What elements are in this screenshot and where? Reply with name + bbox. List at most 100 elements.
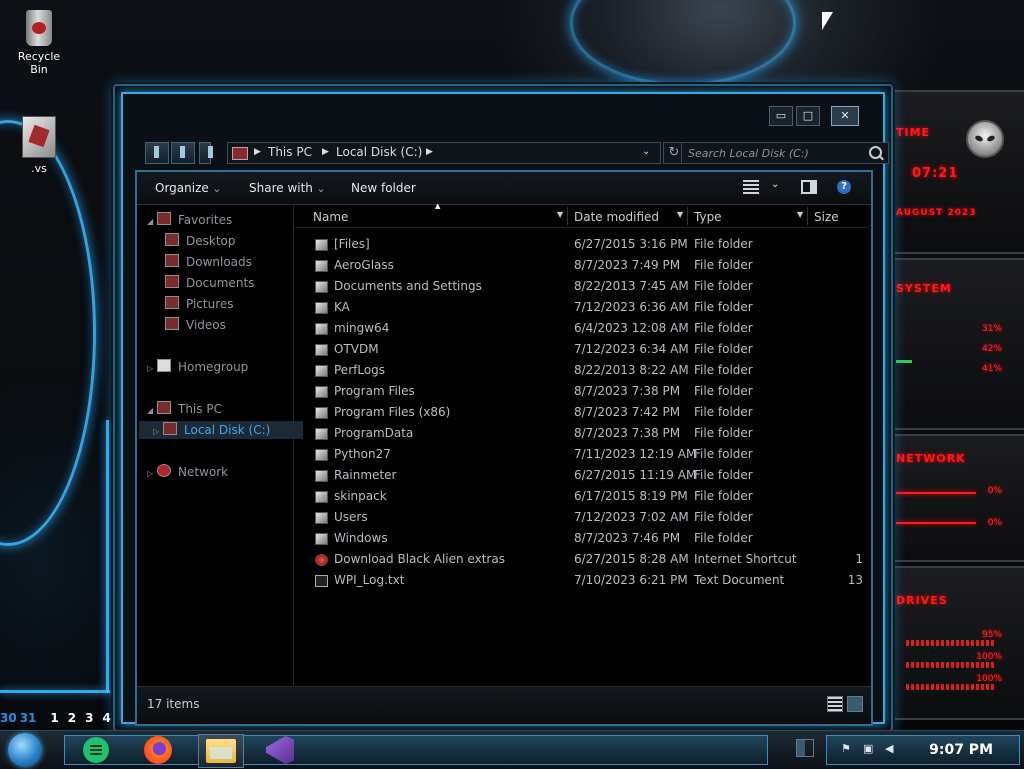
mouse-cursor-icon bbox=[822, 12, 833, 30]
nav-pictures[interactable]: Pictures bbox=[165, 295, 234, 313]
start-button[interactable] bbox=[8, 733, 42, 767]
column-headers: ▲ Name ▼ Date modified ▼ Type ▼ Size bbox=[295, 202, 869, 228]
close-button[interactable]: ✕ bbox=[831, 106, 859, 126]
action-center-flag-icon[interactable]: ⚑ bbox=[841, 743, 853, 755]
explorer-window: ▭ □ ✕ ▶ This PC ▶ Local Disk (C:) ▶ ⌄ ↻ … bbox=[113, 84, 893, 732]
new-folder-button[interactable]: New folder bbox=[351, 181, 416, 195]
drive-icon bbox=[232, 147, 248, 160]
view-options-dropdown-icon[interactable]: ⌄ bbox=[771, 179, 779, 190]
window-titlebar[interactable]: ▭ □ ✕ bbox=[115, 86, 891, 126]
forward-button[interactable] bbox=[171, 142, 195, 164]
nav-local-disk[interactable]: ▷ Local Disk (C:) bbox=[139, 421, 303, 439]
taskbar-sticky-notes[interactable] bbox=[74, 734, 118, 766]
help-icon[interactable]: ? bbox=[837, 180, 851, 194]
nav-videos[interactable]: Videos bbox=[165, 316, 226, 334]
taskbar-firefox[interactable] bbox=[136, 734, 180, 766]
nav-desktop[interactable]: Desktop bbox=[165, 232, 236, 250]
file-row[interactable]: OTVDM 7/12/2023 6:34 AM File folder bbox=[295, 339, 869, 360]
change-view-icon[interactable] bbox=[743, 180, 759, 194]
file-row[interactable]: Program Files (x86) 8/7/2023 7:42 PM File … bbox=[295, 402, 869, 423]
file-row[interactable]: mingw64 6/4/2023 12:08 AM File folder bbox=[295, 318, 869, 339]
file-row[interactable]: skinpack 6/17/2015 8:19 PM File folder bbox=[295, 486, 869, 507]
calendar-day: 30 bbox=[0, 711, 17, 725]
folder-icon bbox=[315, 344, 328, 356]
file-row[interactable]: KA 7/12/2023 6:36 AM File folder bbox=[295, 297, 869, 318]
calendar-day: 31 bbox=[19, 711, 37, 725]
search-box[interactable] bbox=[681, 142, 889, 164]
collapse-arrow-icon[interactable]: ◢ bbox=[147, 213, 157, 231]
volume-icon[interactable]: ◀ bbox=[885, 743, 897, 755]
preview-pane-icon[interactable] bbox=[801, 180, 817, 194]
column-name[interactable]: Name bbox=[313, 210, 348, 224]
show-desktop-icon[interactable] bbox=[796, 739, 814, 757]
ram-value: 41% bbox=[981, 364, 1002, 374]
file-row[interactable]: PerfLogs 8/22/2013 8:22 AM File folder bbox=[295, 360, 869, 381]
cpu-bar bbox=[896, 360, 912, 363]
file-row[interactable]: AeroGlass 8/7/2023 7:49 PM File folder bbox=[295, 255, 869, 276]
nav-documents[interactable]: Documents bbox=[165, 274, 254, 292]
nav-homegroup[interactable]: ▷ Homegroup bbox=[147, 358, 248, 376]
file-row[interactable]: ProgramData 8/7/2023 7:38 PM File folder bbox=[295, 423, 869, 444]
large-icons-view-icon[interactable] bbox=[847, 696, 863, 712]
search-icon[interactable] bbox=[869, 146, 882, 159]
back-button[interactable] bbox=[145, 142, 169, 164]
file-row[interactable]: Windows 8/7/2023 7:46 PM File folder bbox=[295, 528, 869, 549]
file-name: Download Black Alien extras bbox=[334, 552, 505, 566]
column-separator[interactable] bbox=[687, 207, 688, 225]
file-row[interactable]: WPI_Log.txt 7/10/2023 6:21 PM Text Documen… bbox=[295, 570, 869, 591]
file-row[interactable]: Python27 7/11/2023 12:19 AM File folder bbox=[295, 444, 869, 465]
network-status-icon[interactable]: ▣ bbox=[863, 743, 875, 755]
file-row[interactable]: Program Files 8/7/2023 7:38 PM File folder bbox=[295, 381, 869, 402]
collapse-arrow-icon[interactable]: ◢ bbox=[147, 402, 157, 420]
breadcrumb-separator-icon: ▶ bbox=[426, 147, 433, 157]
file-row[interactable]: Users 7/12/2023 7:02 AM File folder bbox=[295, 507, 869, 528]
column-size[interactable]: Size bbox=[814, 210, 839, 224]
file-row[interactable]: [Files] 6/27/2015 3:16 PM File folder bbox=[295, 234, 869, 255]
recycle-bin-icon[interactable]: Recycle Bin bbox=[8, 10, 70, 76]
address-bar[interactable]: ▶ This PC ▶ Local Disk (C:) ▶ ⌄ bbox=[227, 142, 661, 164]
file-type: File folder bbox=[694, 279, 753, 293]
file-row[interactable]: Download Black Alien extras 6/27/2015 8:2… bbox=[295, 549, 869, 570]
file-type: File folder bbox=[694, 300, 753, 314]
nav-network[interactable]: ▷ Network bbox=[147, 463, 228, 481]
column-filter-icon[interactable]: ▼ bbox=[797, 210, 803, 219]
taskbar-visual-studio[interactable] bbox=[258, 734, 302, 766]
search-input[interactable] bbox=[686, 144, 860, 162]
file-row[interactable]: Rainmeter 6/27/2015 11:19 AM File folder bbox=[295, 465, 869, 486]
expand-arrow-icon[interactable]: ▷ bbox=[147, 360, 157, 378]
breadcrumb-local-disk[interactable]: Local Disk (C:) bbox=[336, 145, 422, 159]
minimize-button[interactable]: ▭ bbox=[769, 106, 793, 126]
time-gadget: TIME 07:21 AUGUST 2023 bbox=[886, 90, 1024, 254]
calendar-days: 30 31 1 2 3 4 bbox=[0, 711, 120, 725]
nav-favorites[interactable]: ◢ Favorites bbox=[147, 211, 232, 229]
nav-desktop-label: Desktop bbox=[186, 234, 236, 248]
maximize-button[interactable]: □ bbox=[796, 106, 820, 126]
column-date-modified[interactable]: Date modified bbox=[574, 210, 659, 224]
nav-this-pc[interactable]: ◢ This PC bbox=[147, 400, 222, 418]
taskbar-clock[interactable]: 9:07 PM bbox=[929, 742, 993, 758]
column-separator[interactable] bbox=[567, 207, 568, 225]
breadcrumb-this-pc[interactable]: This PC bbox=[268, 145, 312, 159]
file-name: Users bbox=[334, 510, 368, 524]
column-type[interactable]: Type bbox=[694, 210, 722, 224]
share-with-menu[interactable]: Share with bbox=[249, 181, 326, 195]
file-type: File folder bbox=[694, 405, 753, 419]
file-name: Documents and Settings bbox=[334, 279, 482, 293]
organize-menu[interactable]: Organize bbox=[155, 181, 221, 195]
system-tray: ⚑ ▣ ◀ 9:07 PM bbox=[826, 735, 1020, 765]
file-row[interactable]: Documents and Settings 8/22/2013 7:45 AM F… bbox=[295, 276, 869, 297]
column-separator[interactable] bbox=[807, 207, 808, 225]
folder-icon bbox=[22, 116, 56, 158]
expand-arrow-icon[interactable]: ▷ bbox=[147, 465, 157, 483]
details-view-icon[interactable] bbox=[827, 696, 843, 712]
address-dropdown-icon[interactable]: ⌄ bbox=[642, 146, 650, 157]
recent-locations-button[interactable] bbox=[199, 142, 213, 164]
column-filter-icon[interactable]: ▼ bbox=[557, 210, 563, 219]
calendar-day: 2 bbox=[67, 711, 77, 725]
taskbar-file-explorer[interactable] bbox=[198, 734, 244, 768]
expand-arrow-icon[interactable]: ▷ bbox=[153, 423, 163, 441]
command-bar: Organize Share with New folder ⌄ ? bbox=[137, 172, 871, 205]
vs-folder-icon[interactable]: .vs bbox=[14, 116, 64, 175]
column-filter-icon[interactable]: ▼ bbox=[677, 210, 683, 219]
nav-downloads[interactable]: Downloads bbox=[165, 253, 252, 271]
